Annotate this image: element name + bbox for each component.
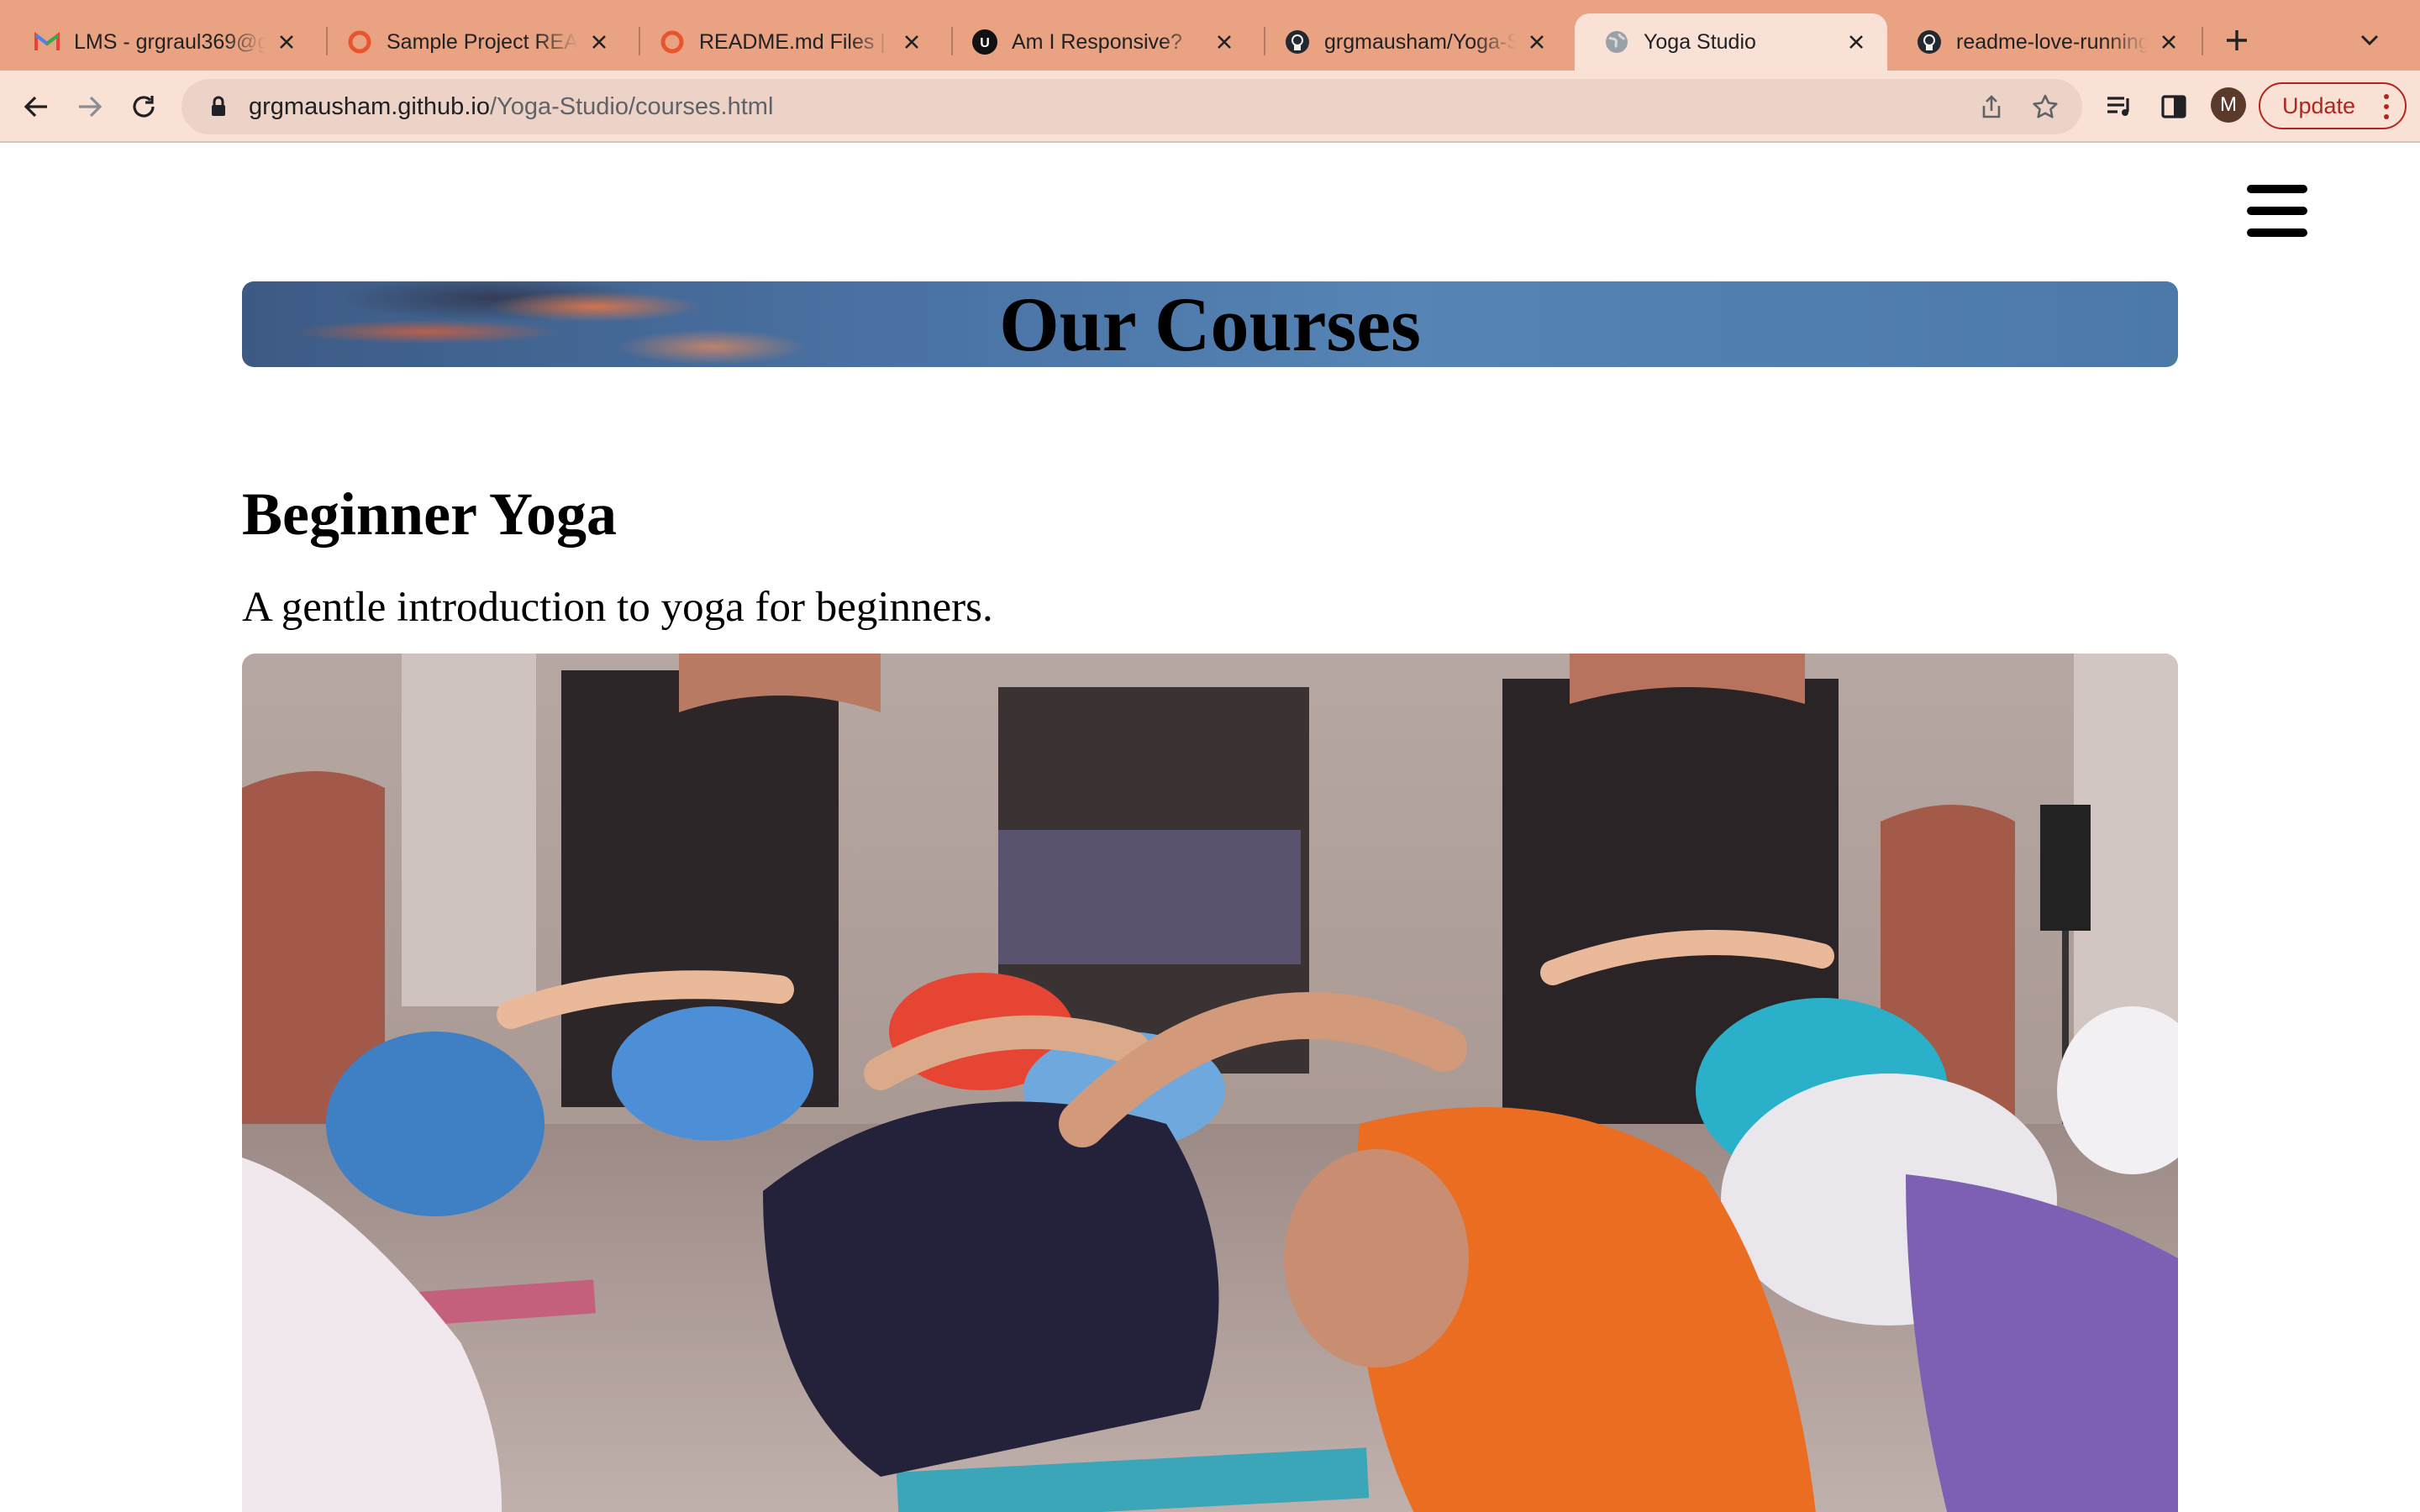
close-icon[interactable] <box>274 29 299 55</box>
page-viewport: Our Courses Beginner Yoga A gentle intro… <box>0 144 2420 1512</box>
back-button[interactable] <box>17 87 55 126</box>
tab-readme-love-running[interactable]: readme-love-running <box>1887 13 2200 71</box>
tab-title: Yoga Studio <box>1644 29 1756 54</box>
close-icon[interactable] <box>587 29 612 55</box>
kebab-menu-icon[interactable] <box>2383 94 2390 119</box>
tab-am-i-responsive[interactable]: U Am I Responsive? <box>943 13 1255 71</box>
group-yoga-class-photo <box>242 654 2178 1512</box>
browser-toolbar: grgmausham.github.io/Yoga-Studio/courses… <box>0 71 2420 143</box>
update-button-label: Update <box>2282 92 2356 118</box>
tab-github-yoga-studio[interactable]: grgmausham/Yoga-S <box>1255 13 1568 71</box>
hamburger-menu-icon[interactable] <box>2247 185 2307 237</box>
tab-title: grgmausham/Yoga-S <box>1324 29 1516 54</box>
tab-title: LMS - grgraul369@g <box>74 29 266 54</box>
gmail-icon <box>34 29 60 55</box>
profile-avatar[interactable]: M <box>2211 87 2246 123</box>
tab-yoga-studio[interactable]: Yoga Studio <box>1575 13 1887 71</box>
tab-sample-project[interactable]: Sample Project REAL <box>318 13 630 71</box>
github-icon <box>1916 29 1943 55</box>
reading-list-icon[interactable] <box>2101 87 2139 126</box>
tab-search-button[interactable] <box>2353 24 2386 57</box>
plus-icon <box>2227 30 2247 50</box>
close-icon[interactable] <box>1212 29 1237 55</box>
page-title: Our Courses <box>999 281 1421 367</box>
courses-banner: Our Courses <box>242 281 2178 367</box>
close-icon[interactable] <box>1844 29 1869 55</box>
close-icon[interactable] <box>2156 29 2181 55</box>
update-button[interactable]: Update <box>2259 82 2407 129</box>
back-arrow-icon <box>24 96 47 118</box>
url-host: grgmausham.github.io <box>249 92 490 120</box>
tab-readme-files[interactable]: README.md Files | M <box>630 13 943 71</box>
tab-strip: LMS - grgraul369@g Sample Project REAL R… <box>0 0 2420 71</box>
address-bar[interactable]: grgmausham.github.io/Yoga-Studio/courses… <box>182 79 2082 134</box>
course-description: A gentle introduction to yoga for beginn… <box>242 584 993 631</box>
url-path: /Yoga-Studio/courses.html <box>489 92 774 120</box>
course-title: Beginner Yoga <box>242 480 618 548</box>
share-icon[interactable] <box>1971 87 2012 127</box>
amiresponsive-icon: U <box>971 29 998 55</box>
forward-arrow-icon <box>79 96 103 118</box>
chevron-down-icon <box>2360 34 2379 46</box>
readme-site-icon <box>346 29 373 55</box>
tab-title: Sample Project REAL <box>387 29 578 54</box>
tab-title: readme-love-running <box>1956 29 2148 54</box>
tab-title: README.md Files | M <box>699 29 891 54</box>
reload-icon <box>133 96 155 118</box>
tab-separator <box>2202 27 2203 55</box>
url-text[interactable]: grgmausham.github.io/Yoga-Studio/courses… <box>249 93 1958 121</box>
course-image <box>242 654 2178 1512</box>
github-icon <box>1284 29 1311 55</box>
close-icon[interactable] <box>1524 29 1549 55</box>
bookmark-star-icon[interactable] <box>2025 87 2065 127</box>
close-icon[interactable] <box>899 29 924 55</box>
globe-icon <box>1603 29 1630 55</box>
reload-button[interactable] <box>124 87 163 126</box>
forward-button[interactable] <box>71 87 109 126</box>
tab-lms[interactable]: LMS - grgraul369@g <box>5 13 318 71</box>
svg-text:U: U <box>980 36 990 50</box>
lock-icon[interactable] <box>207 95 230 118</box>
side-panel-icon[interactable] <box>2154 87 2193 126</box>
tab-title: Am I Responsive? <box>1012 29 1182 54</box>
readme-site-icon <box>659 29 686 55</box>
new-tab-button[interactable] <box>2218 22 2255 59</box>
